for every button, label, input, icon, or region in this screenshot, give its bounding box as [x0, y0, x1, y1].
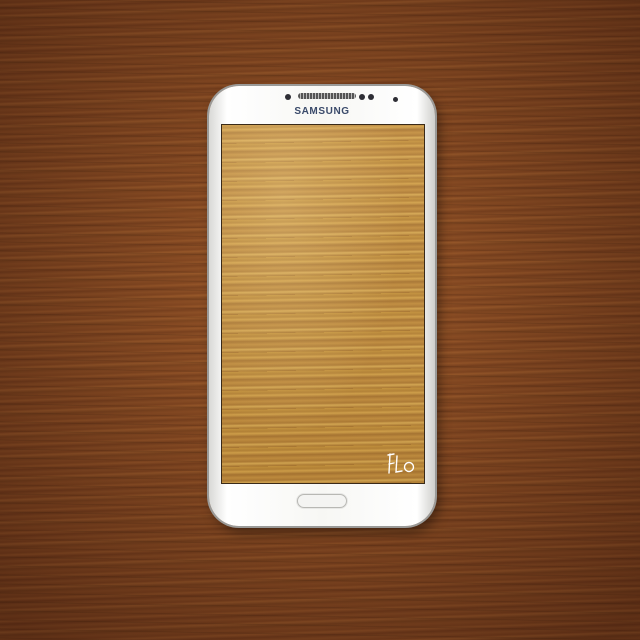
phone-screen[interactable] [221, 124, 425, 484]
flo-signature-icon [387, 453, 415, 474]
notification-led [393, 97, 398, 102]
brand-logo: SAMSUNG [294, 106, 350, 117]
earpiece-speaker [298, 93, 356, 99]
light-sensor [368, 94, 374, 100]
home-button[interactable] [297, 494, 347, 508]
front-camera [359, 94, 365, 100]
proximity-sensor [285, 94, 291, 100]
smartphone: SAMSUNG [209, 86, 435, 526]
